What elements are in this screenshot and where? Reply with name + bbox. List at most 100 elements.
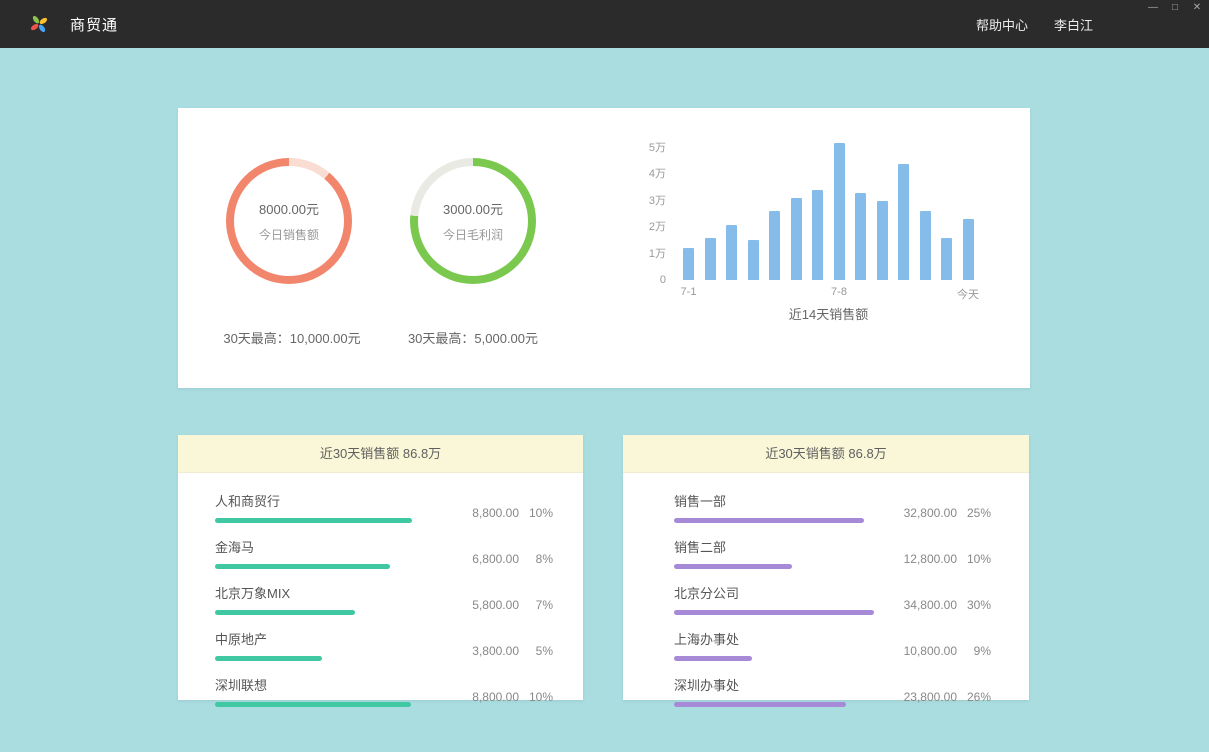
help-center-link[interactable]: 帮助中心: [976, 15, 1028, 34]
sales-14d-chart: 01万2万3万4万5万 7-17-8今天 近14天销售额: [638, 140, 1018, 323]
item-percent: 8%: [519, 552, 553, 566]
list-item: 北京分公司 34,800.0030%: [674, 583, 991, 615]
item-value: 8,800.00: [449, 690, 519, 704]
chart-bar: [748, 240, 759, 280]
chart-plot: 01万2万3万4万5万 7-17-8今天: [683, 140, 1018, 280]
maximize-button[interactable]: □: [1169, 2, 1181, 14]
item-info: 上海办事处: [674, 629, 752, 661]
item-name: 中原地产: [215, 629, 322, 648]
item-figures: 8,800.0010%: [449, 506, 553, 523]
list-item: 销售一部 32,800.0025%: [674, 491, 991, 523]
list-item: 北京万象MIX 5,800.007%: [215, 583, 553, 615]
chart-bar: [769, 211, 780, 280]
item-info: 销售二部: [674, 537, 792, 569]
chart-bar: [877, 201, 888, 280]
item-info: 深圳办事处: [674, 675, 846, 707]
title-bar: 商贸通 帮助中心 李白江 — □ ✕: [0, 0, 1209, 48]
item-figures: 3,800.005%: [449, 644, 553, 661]
window-controls: — □ ✕: [1147, 2, 1203, 14]
department-sales-card: 近30天销售额 86.8万 销售一部 32,800.0025% 销售二部12,800…: [623, 435, 1029, 700]
item-progress-bar: [674, 702, 846, 707]
today-profit-label: 今日毛利润: [443, 226, 503, 243]
item-info: 人和商贸行: [215, 491, 412, 523]
minimize-button[interactable]: —: [1147, 2, 1159, 14]
chart-bar: [726, 225, 737, 280]
item-name: 上海办事处: [674, 629, 752, 648]
list-item: 上海办事处10,800.009%: [674, 629, 991, 661]
item-info: 金海马: [215, 537, 390, 569]
chart-bar: [920, 211, 931, 280]
list-item: 深圳办事处 23,800.0026%: [674, 675, 991, 707]
item-name: 人和商贸行: [215, 491, 412, 510]
today-sales-value: 8000.00元: [259, 199, 319, 218]
department-rows: 销售一部 32,800.0025% 销售二部12,800.0010% 北京分公司 34,…: [623, 473, 1029, 707]
list-item: 人和商贸行 8,800.0010%: [215, 491, 553, 523]
item-figures: 23,800.0026%: [887, 690, 991, 707]
item-percent: 26%: [957, 690, 991, 704]
list-item: 销售二部12,800.0010%: [674, 537, 991, 569]
item-percent: 25%: [957, 506, 991, 520]
chart-bars: [683, 140, 1018, 280]
item-figures: 32,800.0025%: [887, 506, 991, 523]
chart-bar: [683, 248, 694, 280]
y-tick-label: 4万: [630, 168, 666, 180]
y-tick-label: 0: [630, 274, 666, 286]
user-menu[interactable]: 李白江: [1054, 15, 1093, 34]
donut-hole: 8000.00元 今日销售额: [234, 166, 344, 276]
x-tick-label: 7-8: [831, 286, 847, 298]
item-info: 北京分公司: [674, 583, 874, 615]
customer-rows: 人和商贸行 8,800.0010% 金海马 6,800.008% 北京万象MIX 5,80…: [178, 473, 583, 707]
chart-bar: [705, 238, 716, 280]
app-title: 商贸通: [70, 14, 118, 35]
chart-bar: [855, 193, 866, 280]
today-profit-value: 3000.00元: [443, 199, 503, 218]
chart-bar: [941, 238, 952, 280]
item-value: 5,800.00: [449, 598, 519, 612]
item-name: 销售二部: [674, 537, 792, 556]
item-value: 10,800.00: [887, 644, 957, 658]
close-button[interactable]: ✕: [1191, 2, 1203, 14]
x-tick-label: 今天: [957, 286, 979, 302]
item-name: 销售一部: [674, 491, 864, 510]
chart-bar: [898, 164, 909, 280]
y-tick-label: 2万: [630, 221, 666, 233]
item-value: 6,800.00: [449, 552, 519, 566]
topbar-menu: 帮助中心 李白江: [976, 0, 1093, 48]
item-figures: 5,800.007%: [449, 598, 553, 615]
item-info: 北京万象MIX: [215, 583, 355, 615]
x-tick-label: 7-1: [681, 286, 697, 298]
item-name: 金海马: [215, 537, 390, 556]
department-card-title: 近30天销售额 86.8万: [623, 435, 1029, 473]
today-sales-label: 今日销售额: [259, 226, 319, 243]
chart-caption: 近14天销售额: [683, 304, 974, 323]
item-progress-bar: [215, 518, 412, 523]
item-progress-bar: [674, 518, 864, 523]
item-percent: 10%: [957, 552, 991, 566]
y-tick-label: 3万: [630, 195, 666, 207]
item-name: 北京万象MIX: [215, 583, 355, 602]
item-progress-bar: [674, 610, 874, 615]
chart-bar: [812, 190, 823, 280]
app-logo-icon: [28, 13, 50, 35]
chart-bar: [963, 219, 974, 280]
item-info: 中原地产: [215, 629, 322, 661]
item-info: 深圳联想: [215, 675, 411, 707]
y-tick-label: 5万: [630, 142, 666, 154]
profit-30d-max: 30天最高：5,000.00元: [353, 328, 593, 347]
chart-bar: [834, 143, 845, 280]
item-figures: 6,800.008%: [449, 552, 553, 569]
item-figures: 8,800.0010%: [449, 690, 553, 707]
item-figures: 34,800.0030%: [887, 598, 991, 615]
item-percent: 10%: [519, 690, 553, 704]
list-item: 金海马 6,800.008%: [215, 537, 553, 569]
item-percent: 5%: [519, 644, 553, 658]
item-value: 23,800.00: [887, 690, 957, 704]
item-value: 32,800.00: [887, 506, 957, 520]
chart-xaxis: 7-17-8今天: [683, 280, 1018, 298]
item-value: 34,800.00: [887, 598, 957, 612]
item-progress-bar: [215, 702, 411, 707]
donut-hole: 3000.00元 今日毛利润: [418, 166, 528, 276]
dashboard-card: 8000.00元 今日销售额 30天最高：10,000.00元 3000.00元…: [178, 108, 1030, 388]
y-tick-label: 1万: [630, 248, 666, 260]
list-item: 中原地产 3,800.005%: [215, 629, 553, 661]
